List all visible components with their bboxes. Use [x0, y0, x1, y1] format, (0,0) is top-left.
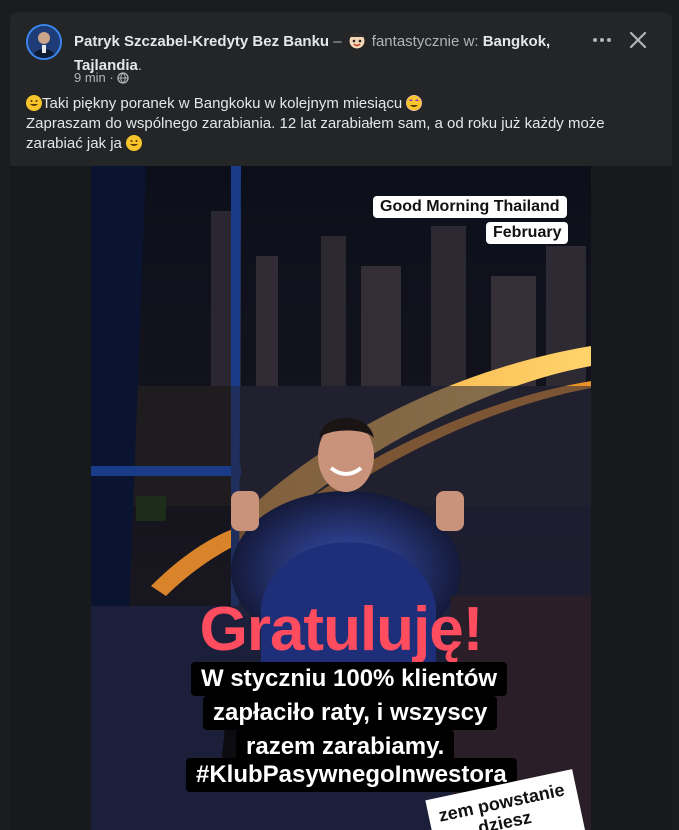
- photo-label-month: February: [486, 222, 569, 244]
- post-header: Patryk Szczabel-Kredyty Bez Banku – fant…: [10, 12, 672, 164]
- post-text-line1: Taki piękny poranek w Bangkoku w kolejny…: [42, 95, 403, 112]
- feeling-icon: [346, 30, 368, 56]
- globe-icon[interactable]: [117, 72, 130, 87]
- grinning-emoji-icon: [126, 135, 143, 151]
- more-horizontal-icon: [593, 38, 611, 42]
- more-options-button[interactable]: [590, 30, 614, 50]
- post-media: Good Morning Thailand February Gratuluję…: [10, 166, 672, 830]
- grinning-emoji-icon: [26, 95, 42, 111]
- avatar-image: [28, 26, 60, 58]
- author-dash: –: [329, 33, 346, 50]
- post-text-line2: Zapraszam do wspólnego zarabiania. 12 la…: [26, 115, 605, 152]
- avatar[interactable]: [26, 24, 62, 60]
- author-name[interactable]: Patryk Szczabel-Kredyty Bez Banku: [74, 33, 329, 50]
- photo-text-line2: zapłaciło raty, i wszyscy: [203, 696, 498, 730]
- feeling-text: fantastycznie w:: [371, 33, 483, 50]
- photo-label-good-morning: Good Morning Thailand: [373, 196, 567, 218]
- post-time[interactable]: 9 min: [74, 70, 106, 85]
- post-photo[interactable]: Good Morning Thailand February Gratuluję…: [91, 166, 591, 830]
- post-text-line2-row: Zapraszam do wspólnego zarabiania. 12 la…: [26, 114, 646, 154]
- author-line: Patryk Szczabel-Kredyty Bez Banku – fant…: [74, 30, 594, 76]
- photo-hashtag: #KlubPasywnegoInwestora: [186, 758, 517, 792]
- close-icon: [629, 31, 647, 49]
- photo-text-line1: W styczniu 100% klientów: [191, 662, 508, 696]
- post-text-line1-row: Taki piękny poranek w Bangkoku w kolejny…: [26, 94, 646, 114]
- photo-headline: Gratuluję!: [199, 595, 484, 664]
- post-meta: 9 min ·: [74, 70, 130, 87]
- period: .: [137, 57, 143, 74]
- post-text: Taki piękny poranek w Bangkoku w kolejny…: [26, 94, 646, 154]
- post-card: Patryk Szczabel-Kredyty Bez Banku – fant…: [10, 12, 672, 830]
- star-struck-emoji-icon: [406, 95, 423, 111]
- close-button[interactable]: [626, 28, 650, 52]
